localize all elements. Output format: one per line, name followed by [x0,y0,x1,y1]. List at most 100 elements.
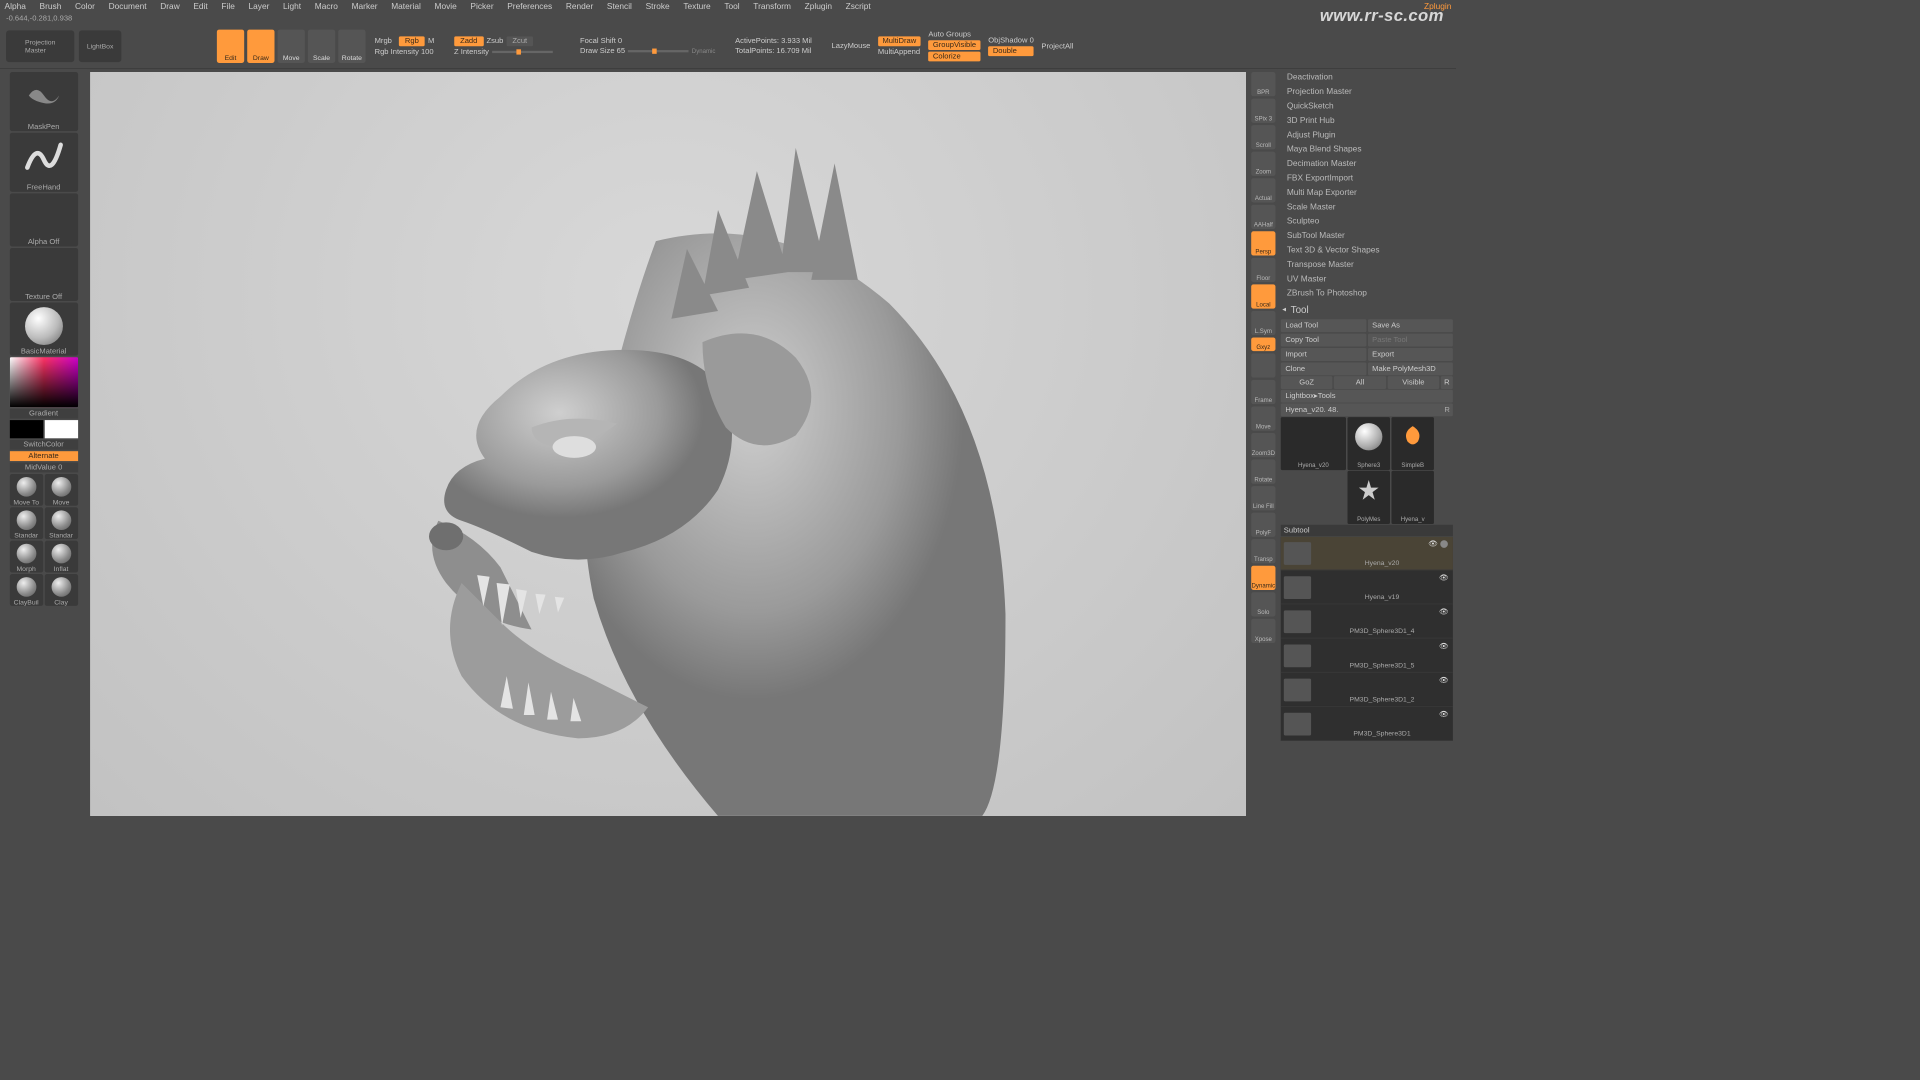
zsub-toggle[interactable]: Zsub [486,37,503,45]
zplugin-multimap[interactable]: Multi Map Exporter [1281,186,1453,200]
menu-zscript[interactable]: Zscript [846,2,871,11]
menu-light[interactable]: Light [283,2,301,11]
goz-r[interactable]: R [1441,376,1453,389]
swatch-white[interactable] [44,420,77,438]
midvalue[interactable]: MidValue 0 [9,463,77,473]
colorize-toggle[interactable]: Colorize [928,52,980,62]
mode-rotate[interactable]: Rotate [338,29,365,62]
local-button[interactable]: Local [1251,284,1275,308]
copy-tool[interactable]: Copy Tool [1281,334,1366,347]
mode-edit[interactable]: Edit [217,29,244,62]
menu-stencil[interactable]: Stencil [607,2,632,11]
projection-master-button[interactable]: Projection Master [6,30,74,62]
zplugin-deactivation[interactable]: Deactivation [1281,71,1453,85]
subtool-row-0[interactable]: Hyena_v20 👁⬤ [1281,537,1453,570]
zoom3d-button[interactable]: Zoom3D [1251,433,1275,457]
swatch-black[interactable] [9,420,42,438]
tool-thumb-4[interactable]: Hyena_v [1391,471,1433,524]
multiappend-toggle[interactable]: MultiAppend [878,47,921,55]
xpose-button[interactable]: Xpose [1251,619,1275,643]
transp-button[interactable]: Transp [1251,539,1275,563]
menu-edit[interactable]: Edit [193,2,207,11]
menu-file[interactable]: File [221,2,234,11]
alpha-slot[interactable]: Alpha Off [9,193,77,246]
menu-zplugin[interactable]: Zplugin [805,2,832,11]
export-tool[interactable]: Export [1368,348,1453,361]
lightbox-button[interactable]: LightBox [79,30,121,62]
brush-inflate[interactable]: Inflat [44,541,77,573]
gxyz-button[interactable]: Gxyz [1251,337,1275,351]
focal-shift[interactable]: Focal Shift 0 [580,37,622,45]
brush-move-topological[interactable]: Move To [9,474,42,506]
zplugin-adjust[interactable]: Adjust Plugin [1281,128,1453,142]
zplugin-photoshop[interactable]: ZBrush To Photoshop [1281,287,1453,301]
menu-stroke[interactable]: Stroke [646,2,670,11]
brush-standard-2[interactable]: Standar [44,507,77,539]
menu-tool[interactable]: Tool [724,2,739,11]
brush-icon[interactable]: ⬤ [1440,540,1448,548]
zplugin-fbx[interactable]: FBX ExportImport [1281,171,1453,185]
rotate3d-button[interactable]: Rotate [1251,460,1275,484]
zadd-toggle[interactable]: Zadd [454,36,483,46]
lightbox-tools[interactable]: Lightbox▸Tools [1281,390,1453,403]
brush-clay[interactable]: Clay [44,574,77,606]
goz-visible[interactable]: Visible [1387,376,1439,389]
viewport[interactable] [90,72,1246,816]
menubar[interactable]: Alpha Brush Color Document Draw Edit Fil… [0,0,1456,13]
menu-material[interactable]: Material [391,2,421,11]
subtool-row-1[interactable]: Hyena_v19 👁 [1281,571,1453,604]
m-toggle[interactable]: M [428,37,434,45]
brush-move[interactable]: Move [44,474,77,506]
texture-slot[interactable]: Texture Off [9,248,77,301]
material-slot[interactable]: BasicMaterial [9,303,77,356]
actual-button[interactable]: Actual [1251,178,1275,202]
rgb-intensity[interactable]: Rgb Intensity 100 [375,47,434,55]
zplugin-sculpteo[interactable]: Sculpteo [1281,215,1453,229]
make-polymesh[interactable]: Make PolyMesh3D [1368,362,1453,375]
dynamic-label[interactable]: Dynamic [692,47,716,54]
menu-draw[interactable]: Draw [160,2,179,11]
menu-document[interactable]: Document [109,2,147,11]
menu-picker[interactable]: Picker [470,2,493,11]
zplugin-projection-master[interactable]: Projection Master [1281,85,1453,99]
lsym-button[interactable]: L.Sym [1251,311,1275,335]
linefill-button[interactable]: Line Fill [1251,486,1275,510]
menu-movie[interactable]: Movie [435,2,457,11]
switchcolor-button[interactable]: SwitchColor [9,440,77,450]
menu-layer[interactable]: Layer [248,2,269,11]
solo-button[interactable]: Solo [1251,592,1275,616]
color-swatches[interactable] [9,420,77,438]
eye-icon[interactable]: 👁 [1439,676,1449,684]
z-intensity-slider[interactable] [492,50,553,52]
mode-draw[interactable]: Draw [247,29,274,62]
frame-button[interactable]: Frame [1251,380,1275,404]
paste-tool[interactable]: Paste Tool [1368,334,1453,347]
zplugin-decimation[interactable]: Decimation Master [1281,157,1453,171]
draw-size-slider[interactable] [628,50,689,52]
import-tool[interactable]: Import [1281,348,1366,361]
brush-claybuildup[interactable]: ClayBuil [9,574,42,606]
brush-morph[interactable]: Morph [9,541,42,573]
save-as[interactable]: Save As [1368,319,1453,332]
lazymouse-toggle[interactable]: LazyMouse [832,42,871,50]
rgb-toggle[interactable]: Rgb [399,36,425,46]
zplugin-uvmaster[interactable]: UV Master [1281,272,1453,286]
autogroups-toggle[interactable]: Auto Groups [928,30,980,38]
floor-button[interactable]: Floor [1251,258,1275,282]
tool-thumb-3[interactable]: PolyMes [1347,471,1389,524]
zplugin-quicksketch[interactable]: QuickSketch [1281,99,1453,113]
menu-marker[interactable]: Marker [352,2,378,11]
z-intensity[interactable]: Z Intensity [454,47,489,55]
zplugin-maya-blend[interactable]: Maya Blend Shapes [1281,143,1453,157]
subtool-row-5[interactable]: PM3D_Sphere3D1 👁 [1281,707,1453,740]
multidraw-toggle[interactable]: MultiDraw [878,36,921,46]
viewport-canvas[interactable] [90,72,1246,816]
eye-icon[interactable]: 👁 [1439,574,1449,582]
zplugin-scale[interactable]: Scale Master [1281,200,1453,214]
bpr-button[interactable]: BPR [1251,72,1275,96]
zplugin-subtool[interactable]: SubTool Master [1281,229,1453,243]
menu-preferences[interactable]: Preferences [507,2,552,11]
eye-icon[interactable]: 👁 [1439,711,1449,719]
polyf-button[interactable]: PolyF [1251,513,1275,537]
mrgb-label[interactable]: Mrgb [375,37,396,45]
